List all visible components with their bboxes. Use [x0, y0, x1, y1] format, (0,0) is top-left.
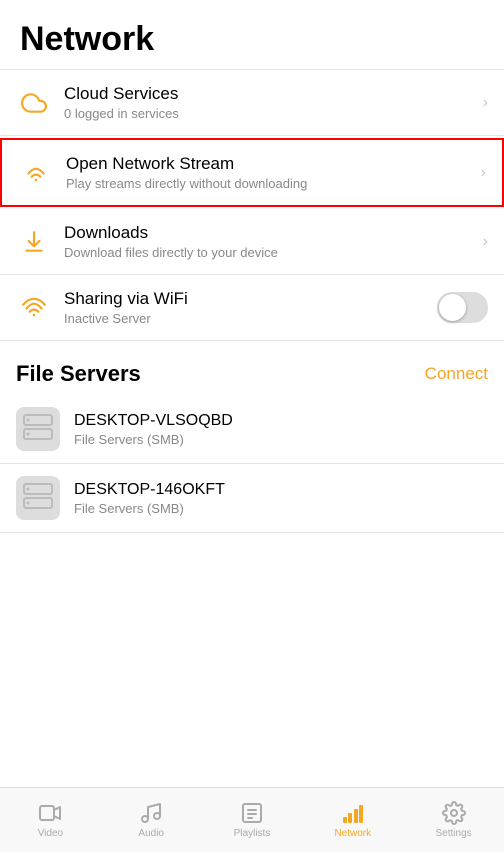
tab-audio[interactable]: Audio — [101, 788, 202, 852]
content-area: Cloud Services 0 logged in services › Op… — [0, 70, 504, 603]
file-servers-title: File Servers — [16, 361, 141, 387]
video-tab-icon — [38, 801, 62, 825]
page-header: Network — [0, 0, 504, 70]
server-type: File Servers (SMB) — [74, 501, 225, 516]
tab-bar: Video Audio Playlists Network Settings — [0, 787, 504, 852]
server-type: File Servers (SMB) — [74, 432, 233, 447]
network-tab-icon — [341, 801, 365, 825]
audio-tab-icon — [139, 801, 163, 825]
network-list-section: Cloud Services 0 logged in services › Op… — [0, 70, 504, 341]
chevron-icon: › — [481, 164, 486, 182]
file-servers-list: DESKTOP-VLSOQBD File Servers (SMB) DESKT… — [0, 395, 504, 533]
chevron-icon: › — [483, 94, 488, 112]
tab-network[interactable]: Network — [302, 788, 403, 852]
download-icon — [16, 229, 52, 255]
tab-video[interactable]: Video — [0, 788, 101, 852]
tab-playlists[interactable]: Playlists — [202, 788, 303, 852]
list-item-sharing-wifi[interactable]: Sharing via WiFi Inactive Server — [0, 275, 504, 341]
tab-label-network: Network — [334, 828, 371, 839]
chevron-icon: › — [483, 233, 488, 251]
file-servers-header: File Servers Connect — [0, 341, 504, 395]
list-item-downloads[interactable]: Downloads Download files directly to you… — [0, 209, 504, 275]
server-item[interactable]: DESKTOP-146OKFT File Servers (SMB) — [0, 464, 504, 533]
list-item-subtitle: Inactive Server — [64, 311, 429, 326]
list-item-title: Cloud Services — [64, 84, 475, 104]
list-item-cloud-services[interactable]: Cloud Services 0 logged in services › — [0, 70, 504, 136]
server-name: DESKTOP-146OKFT — [74, 481, 225, 499]
list-item-open-network-stream[interactable]: Open Network Stream Play streams directl… — [0, 138, 504, 207]
server-item[interactable]: DESKTOP-VLSOQBD File Servers (SMB) — [0, 395, 504, 464]
cloud-icon — [16, 90, 52, 116]
tab-label-settings: Settings — [436, 828, 472, 839]
tab-label-audio: Audio — [138, 828, 164, 839]
list-item-subtitle: Download files directly to your device — [64, 245, 475, 260]
list-item-title: Open Network Stream — [66, 154, 473, 174]
server-icon — [16, 476, 60, 520]
connect-button[interactable]: Connect — [425, 364, 488, 384]
list-item-title: Sharing via WiFi — [64, 289, 429, 309]
list-item-subtitle: Play streams directly without downloadin… — [66, 176, 473, 191]
settings-tab-icon — [442, 801, 466, 825]
wifi-stream-icon — [18, 160, 54, 186]
list-item-subtitle: 0 logged in services — [64, 106, 475, 121]
page-title: Network — [20, 20, 484, 59]
playlists-tab-icon — [240, 801, 264, 825]
tab-label-video: Video — [38, 828, 63, 839]
wifi-icon — [16, 295, 52, 321]
wifi-sharing-toggle[interactable] — [437, 292, 488, 323]
tab-label-playlists: Playlists — [234, 828, 271, 839]
server-name: DESKTOP-VLSOQBD — [74, 412, 233, 430]
tab-settings[interactable]: Settings — [403, 788, 504, 852]
server-icon — [16, 407, 60, 451]
list-item-title: Downloads — [64, 223, 475, 243]
